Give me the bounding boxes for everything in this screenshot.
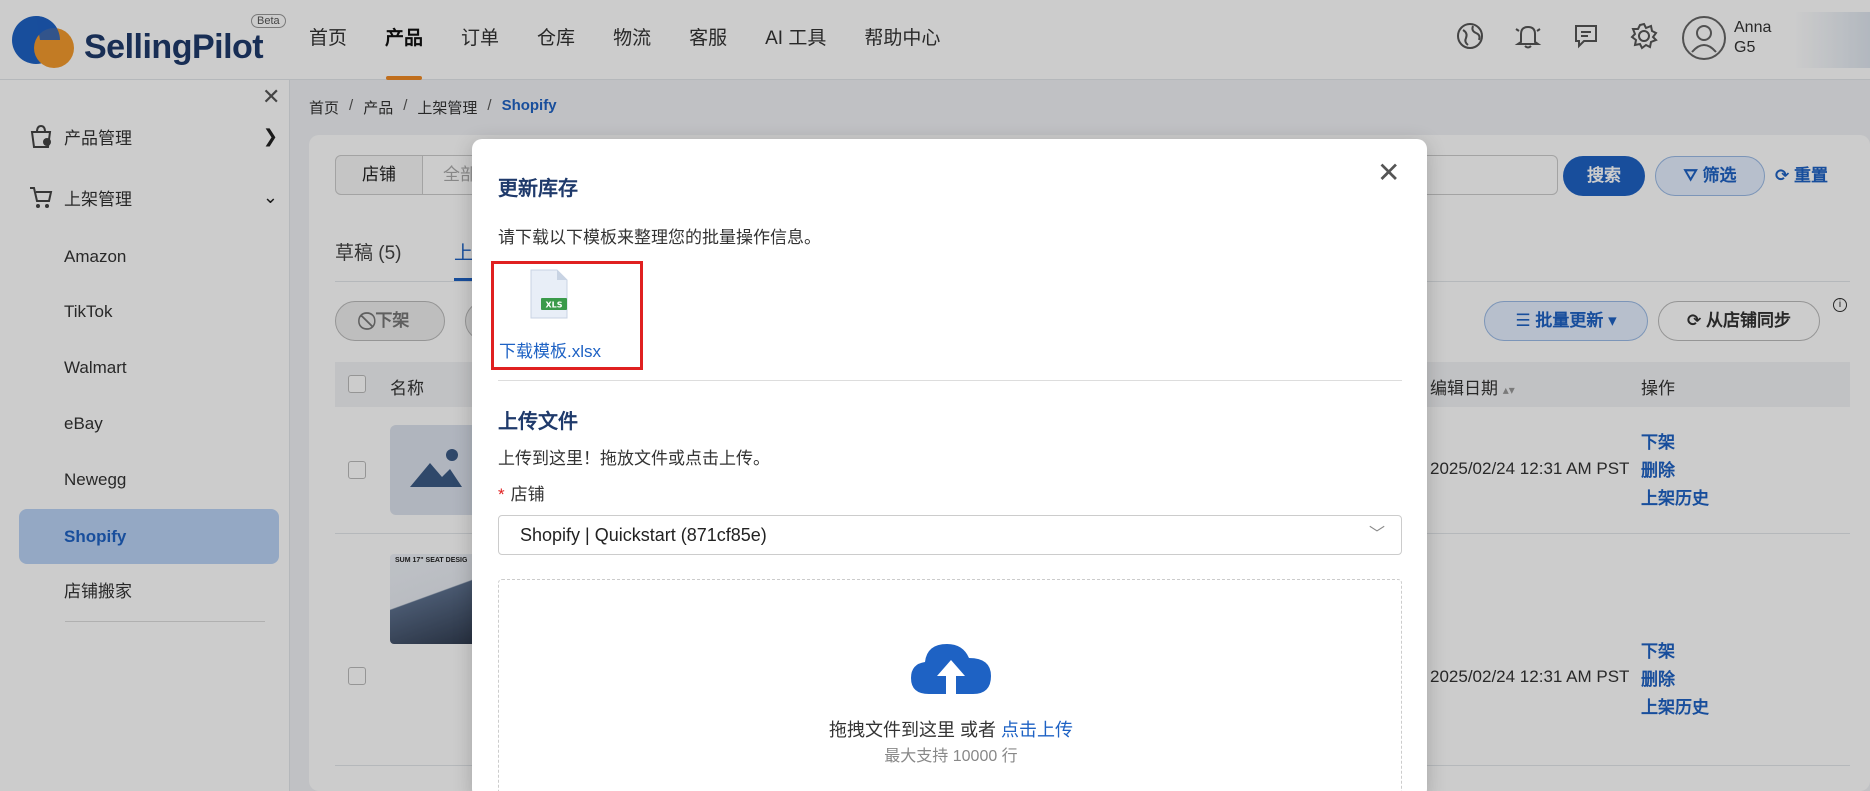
- store-label-text: 店铺: [510, 485, 545, 504]
- modal-divider: [498, 380, 1402, 381]
- store-field-label: * 店铺: [498, 480, 545, 505]
- chevron-down-icon: ﹀: [1368, 526, 1385, 543]
- download-template-link[interactable]: 下载模板.xlsx: [499, 337, 601, 362]
- required-mark: *: [498, 485, 505, 504]
- store-select-value: Shopify | Quickstart (871cf85e): [520, 525, 767, 545]
- modal-description: 请下载以下模板来整理您的批量操作信息。: [498, 228, 821, 247]
- click-upload-link[interactable]: 点击上传: [1001, 720, 1073, 740]
- xls-file-icon: XLS: [530, 269, 568, 319]
- drop-instruction: 拖拽文件到这里 或者 点击上传: [499, 716, 1403, 742]
- upload-section-title: 上传文件: [498, 411, 578, 433]
- modal-title: 更新库存: [498, 178, 578, 200]
- download-template[interactable]: XLS 下载模板.xlsx: [491, 261, 643, 370]
- file-dropzone[interactable]: 拖拽文件到这里 或者 点击上传 最大支持 10000 行: [498, 579, 1402, 791]
- close-icon[interactable]: ✕: [1377, 159, 1400, 187]
- store-select[interactable]: Shopify | Quickstart (871cf85e) ﹀: [498, 515, 1402, 555]
- drop-text: 拖拽文件到这里 或者: [828, 720, 996, 740]
- update-inventory-modal: ✕ 更新库存 请下载以下模板来整理您的批量操作信息。 XLS 下载模板.xlsx…: [472, 139, 1427, 791]
- upload-description: 上传到这里！拖放文件或点击上传。: [498, 449, 770, 468]
- file-badge: XLS: [545, 301, 562, 310]
- cloud-upload-icon: [911, 644, 991, 694]
- drop-hint: 最大支持 10000 行: [884, 748, 1018, 765]
